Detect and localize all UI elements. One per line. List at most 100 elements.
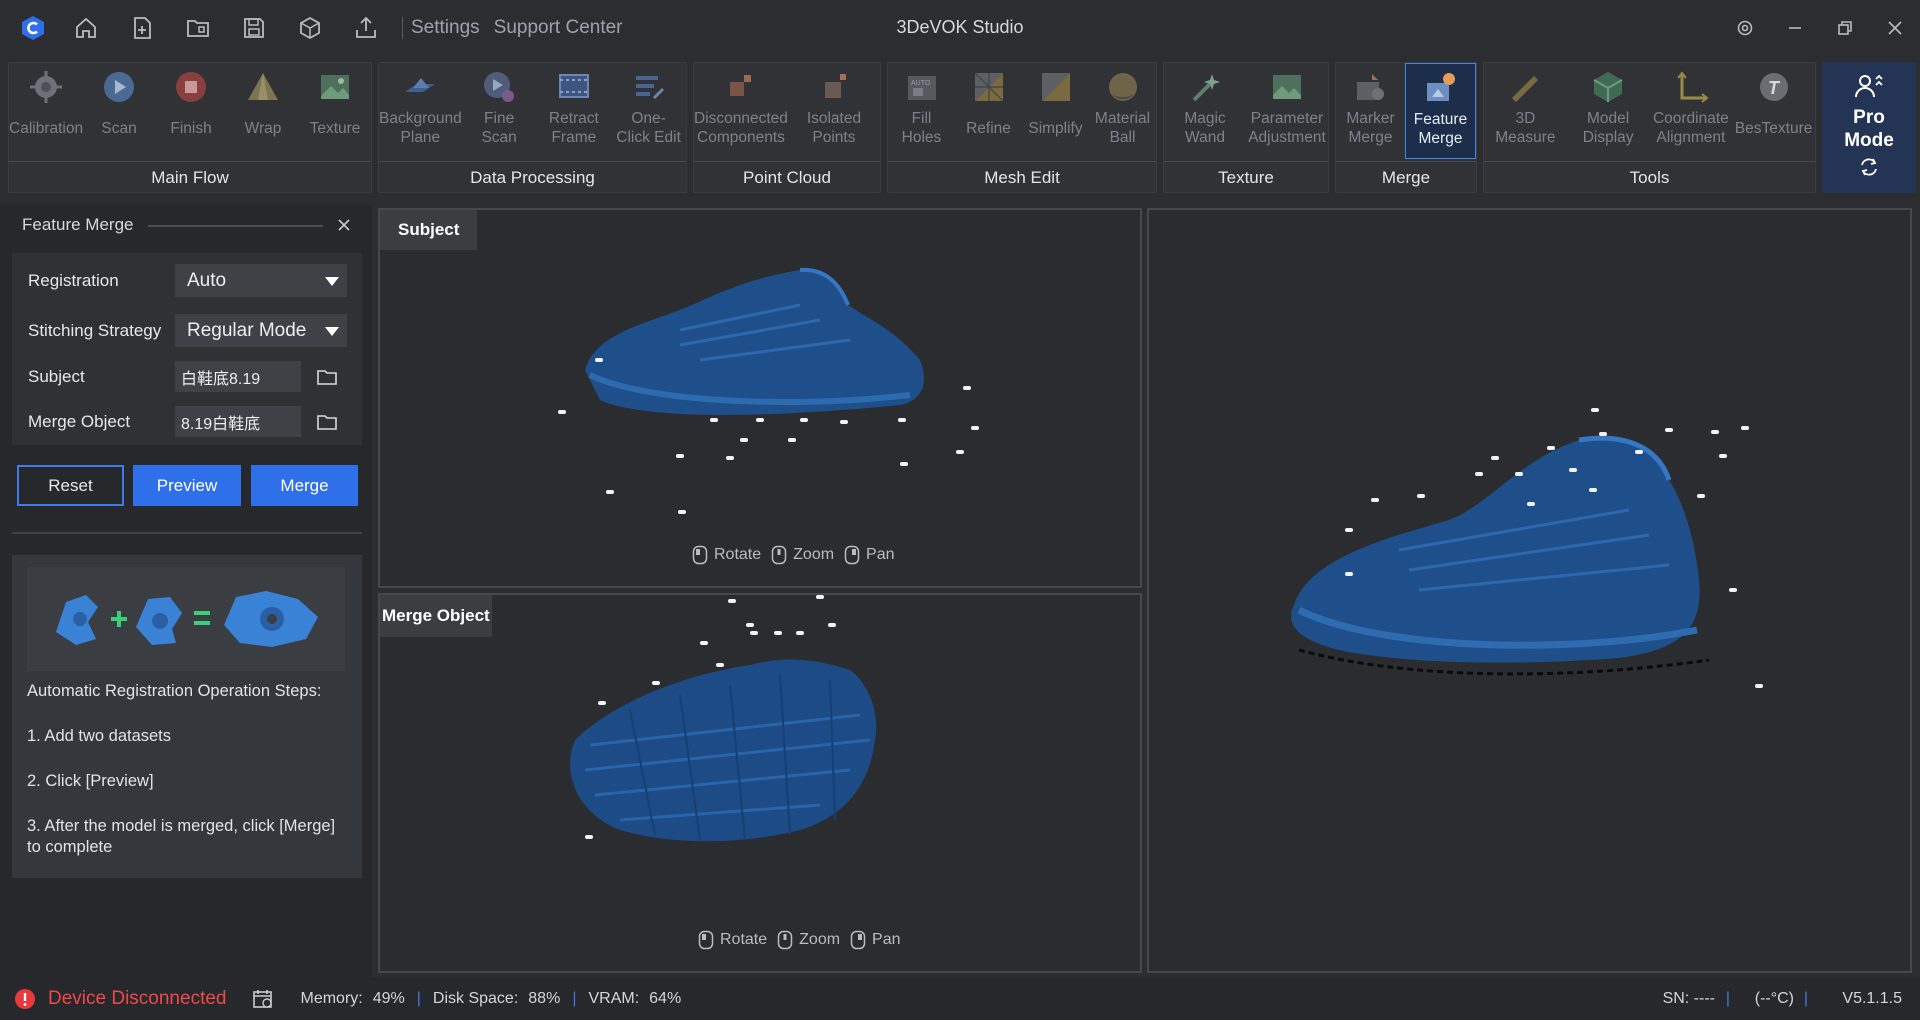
save-icon[interactable]	[232, 6, 276, 50]
close-icon[interactable]	[1870, 0, 1920, 55]
marker-point	[1371, 498, 1379, 502]
group-label-point-cloud: Point Cloud	[694, 161, 880, 192]
one-click-edit-button[interactable]: One- Click Edit	[611, 63, 686, 159]
marker-point	[606, 490, 614, 494]
tool-label: Magic Wand	[1184, 110, 1226, 146]
model-display-button[interactable]: Model Display	[1567, 63, 1650, 159]
marker-point	[652, 681, 660, 685]
rotate-hint: Rotate	[714, 546, 762, 563]
marker-point	[816, 595, 824, 599]
marker-point	[1729, 588, 1737, 592]
group-label-mesh-edit: Mesh Edit	[888, 161, 1156, 192]
reset-button[interactable]: Reset	[17, 465, 124, 506]
marker-point	[1345, 572, 1353, 576]
folder-icon[interactable]	[315, 410, 339, 434]
marker-point	[1635, 450, 1643, 454]
calibration-button[interactable]: Calibration	[9, 63, 83, 159]
coordinate-alignment-button[interactable]: Coordinate Alignment	[1650, 63, 1733, 159]
disconnected-components-button[interactable]: Disconnected Components	[694, 63, 788, 159]
fill-holes-button[interactable]: AUTO Fill Holes	[888, 63, 955, 159]
group-label-main-flow: Main Flow	[9, 161, 371, 192]
pan-hint: Pan	[866, 546, 895, 563]
fill-holes-icon: AUTO	[902, 67, 942, 107]
merge-object-label: Merge Object	[28, 412, 131, 431]
export-icon[interactable]	[344, 6, 388, 50]
texture-image-icon	[315, 67, 355, 107]
group-point-cloud: Disconnected Components Isolated Points Po…	[693, 62, 881, 193]
marker-point	[756, 418, 764, 422]
marker-point	[558, 410, 566, 414]
refine-button[interactable]: Refine	[955, 63, 1022, 159]
background-plane-button[interactable]: Background Plane	[379, 63, 462, 159]
merge-object-input[interactable]: 8.19白鞋底	[175, 406, 301, 437]
retract-frame-button[interactable]: Retract Frame	[536, 63, 611, 159]
registration-select[interactable]: Auto	[175, 264, 347, 297]
merged-result-viewport[interactable]	[1147, 208, 1912, 973]
bestexture-button[interactable]: T BesTexture	[1732, 63, 1815, 159]
finish-button[interactable]: Finish	[155, 63, 227, 159]
pro-mode-button[interactable]: Pro Mode	[1822, 62, 1916, 193]
stitching-strategy-select[interactable]: Regular Mode	[175, 314, 347, 347]
marker-point	[740, 438, 748, 442]
pro-mode-label: Pro Mode	[1844, 106, 1894, 151]
parameter-adjustment-icon	[1267, 67, 1307, 107]
minimize-icon[interactable]	[1770, 0, 1820, 55]
subject-input[interactable]: 白鞋底8.19	[175, 361, 301, 392]
title-bar: Settings Support Center 3DeVOK Studio	[0, 0, 1920, 55]
restore-icon[interactable]	[1820, 0, 1870, 55]
parameter-adjustment-button[interactable]: Parameter Adjustment	[1246, 63, 1328, 159]
package-icon[interactable]	[288, 6, 332, 50]
marker-merge-button[interactable]: Marker Merge	[1336, 63, 1405, 159]
marker-point	[746, 623, 754, 627]
marker-point	[800, 418, 808, 422]
fine-scan-button[interactable]: Fine Scan	[462, 63, 537, 159]
material-ball-button[interactable]: Material Ball	[1089, 63, 1156, 159]
folder-icon[interactable]	[315, 365, 339, 389]
mouse-right-icon	[844, 545, 860, 565]
support-center-link[interactable]: Support Center	[494, 17, 623, 39]
new-project-icon[interactable]	[120, 6, 164, 50]
one-click-edit-icon	[629, 67, 669, 107]
simplify-button[interactable]: Simplify	[1022, 63, 1089, 159]
marker-point	[1589, 488, 1597, 492]
isolated-points-button[interactable]: Isolated Points	[788, 63, 880, 159]
3d-measure-button[interactable]: 3D Measure	[1484, 63, 1567, 159]
registration-value: Auto	[187, 269, 227, 291]
mouse-left-icon	[698, 930, 714, 950]
merge-object-viewport[interactable]: Merge Object Rotate Zoom Pan	[378, 593, 1142, 973]
merge-button[interactable]: Merge	[251, 465, 358, 506]
separator: |	[572, 989, 577, 1007]
tool-label: Coordinate Alignment	[1652, 110, 1729, 146]
wrap-button[interactable]: Wrap	[227, 63, 299, 159]
merged-shoe-model	[1291, 435, 1710, 676]
subject-viewport[interactable]: Subject Rotate Zoom Pan	[378, 208, 1142, 588]
preview-button[interactable]: Preview	[133, 465, 241, 506]
feature-merge-button[interactable]: Feature Merge	[1405, 63, 1476, 159]
settings-gear-icon[interactable]	[1720, 0, 1770, 55]
device-status[interactable]: Device Disconnected	[48, 988, 226, 1010]
group-label-tools: Tools	[1484, 161, 1815, 192]
feature-merge-panel: Feature Merge Registration Auto Stitchin…	[0, 205, 372, 977]
open-project-icon[interactable]	[176, 6, 220, 50]
mouse-right-icon	[850, 930, 866, 950]
marker-point	[963, 386, 971, 390]
settings-link[interactable]: Settings	[411, 17, 480, 39]
mouse-wheel-icon	[771, 545, 787, 565]
group-label-data-processing: Data Processing	[379, 161, 686, 192]
schedule-icon[interactable]	[252, 988, 274, 1010]
feature-merge-icon	[1421, 68, 1461, 108]
marker-point	[1569, 468, 1577, 472]
marker-point	[1711, 430, 1719, 434]
play-icon	[99, 67, 139, 107]
merge-settings-form: Registration Auto Stitching Strategy Reg…	[12, 253, 362, 445]
help-step-1: 1. Add two datasets	[27, 727, 172, 745]
magic-wand-button[interactable]: Magic Wand	[1164, 63, 1246, 159]
close-panel-icon[interactable]	[332, 213, 356, 237]
scan-button[interactable]: Scan	[83, 63, 155, 159]
home-icon[interactable]	[64, 6, 108, 50]
group-tools: 3D Measure Model Display Coordinate Alignme…	[1483, 62, 1816, 193]
fine-scan-icon	[479, 67, 519, 107]
marker-point	[1515, 472, 1523, 476]
texture-button[interactable]: Texture	[299, 63, 371, 159]
marker-point	[1591, 408, 1599, 412]
